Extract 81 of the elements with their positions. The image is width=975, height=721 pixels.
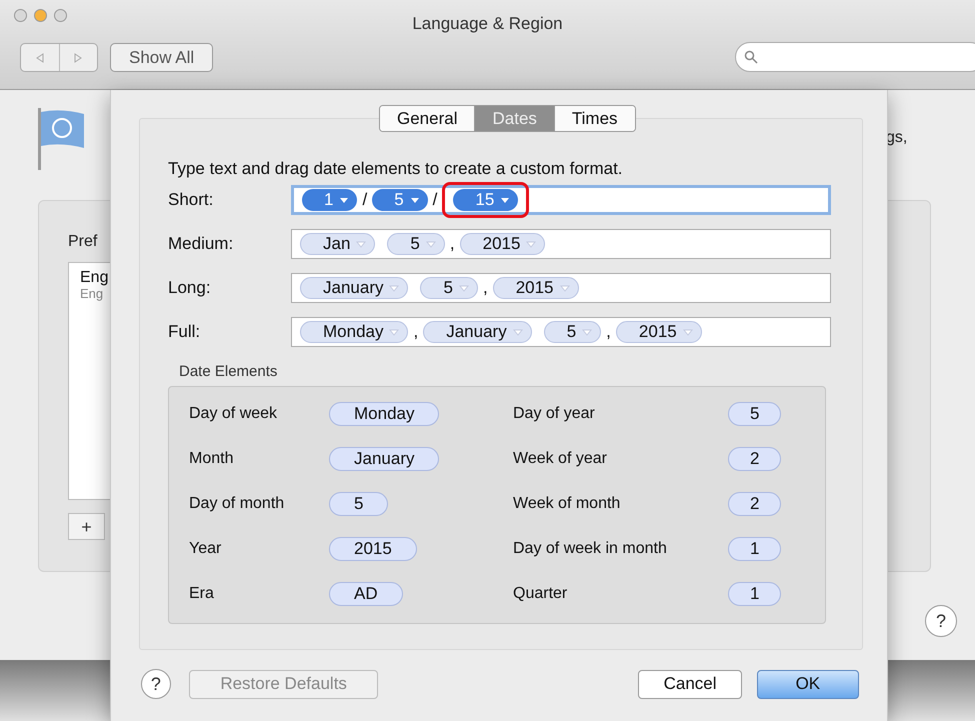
cancel-button[interactable]: Cancel — [638, 670, 742, 698]
element-label: Day of week in month — [513, 538, 668, 558]
date-token[interactable]: 5 — [728, 402, 782, 426]
search-icon — [744, 50, 758, 64]
format-label: Full: — [168, 321, 202, 344]
date-token[interactable]: 2 — [728, 446, 782, 470]
element-label: Month — [189, 448, 234, 468]
format-field[interactable]: 1 / 5 / 15 — [291, 185, 831, 215]
dropdown-arrow-icon — [458, 284, 469, 292]
date-token[interactable]: 2 — [728, 492, 782, 516]
date-token[interactable]: 1 — [728, 582, 782, 606]
dropdown-arrow-icon — [389, 284, 400, 292]
element-label: Week of month — [513, 494, 622, 514]
show-all-button[interactable]: Show All — [110, 43, 214, 72]
date-token[interactable]: 1 — [728, 536, 782, 560]
element-label: Day of week — [189, 404, 278, 424]
separator-text: , — [413, 321, 418, 344]
separator-text: / — [432, 189, 438, 212]
date-token[interactable]: 2015 — [492, 277, 579, 299]
minimize-icon[interactable] — [34, 9, 47, 22]
date-token[interactable]: 5 — [372, 189, 428, 211]
element-label: Era — [189, 584, 215, 604]
date-token[interactable]: Jan — [300, 233, 376, 255]
separator-text: , — [606, 321, 611, 344]
dropdown-arrow-icon — [582, 328, 592, 336]
separator-text: / — [362, 189, 368, 212]
date-token[interactable]: January — [423, 321, 532, 343]
language-detail: Eng — [80, 287, 104, 301]
date-token[interactable]: 5 — [329, 492, 388, 516]
date-token[interactable]: Monday — [300, 321, 408, 343]
dropdown-arrow-icon — [339, 196, 350, 204]
date-token[interactable]: 5 — [387, 233, 445, 255]
format-label: Long: — [168, 277, 212, 300]
ok-button[interactable]: OK — [756, 670, 859, 698]
dropdown-arrow-icon — [682, 328, 693, 336]
date-token[interactable]: 2015 — [460, 233, 546, 255]
separator-text: , — [482, 277, 488, 300]
date-token[interactable]: January — [329, 446, 440, 470]
element-label: Quarter — [513, 584, 568, 604]
tab[interactable]: General — [380, 106, 474, 131]
dropdown-arrow-icon — [389, 328, 400, 336]
instruction-text: Type text and drag date elements to create a custom format. — [168, 159, 624, 179]
date-token[interactable]: 2015 — [329, 536, 417, 560]
date-token[interactable]: Monday — [329, 402, 440, 426]
element-label: Year — [189, 538, 222, 558]
dropdown-arrow-icon — [560, 284, 570, 292]
date-token[interactable]: January — [300, 277, 408, 299]
element-label: Week of year — [513, 448, 608, 468]
format-label: Medium: — [168, 233, 234, 256]
dropdown-arrow-icon — [410, 196, 420, 204]
add-button[interactable]: + — [68, 513, 105, 540]
date-token[interactable]: 15 — [453, 189, 518, 211]
date-token[interactable]: 5 — [420, 277, 478, 299]
window-title: Language & Region — [412, 13, 563, 35]
close-icon[interactable] — [14, 9, 27, 22]
date-token[interactable]: AD — [329, 582, 403, 606]
tab[interactable]: Times — [554, 106, 635, 131]
element-label: Day of year — [513, 404, 596, 424]
section-label: Pref — [68, 232, 98, 252]
dropdown-arrow-icon — [500, 196, 510, 204]
date-token[interactable]: 2015 — [616, 321, 702, 343]
format-field[interactable]: Jan 5 , 2015 — [291, 229, 831, 259]
format-field[interactable]: January 5 , 2015 — [291, 273, 831, 303]
date-token[interactable]: 5 — [544, 321, 602, 343]
forward-arrow-icon — [73, 52, 84, 62]
back-arrow-icon — [34, 52, 45, 62]
flag-icon — [36, 106, 86, 170]
search-field[interactable] — [735, 42, 975, 72]
date-token[interactable]: 1 — [302, 189, 358, 211]
element-label: Day of month — [189, 494, 286, 514]
dropdown-arrow-icon — [526, 240, 536, 248]
group-title: Date Elements — [179, 362, 278, 382]
dropdown-arrow-icon — [512, 328, 523, 336]
format-field[interactable]: Monday , January 5 , 2015 — [291, 317, 831, 347]
help-button[interactable]: ? — [141, 669, 171, 699]
format-label: Short: — [168, 189, 214, 212]
separator-text: , — [450, 233, 455, 256]
dropdown-arrow-icon — [426, 240, 436, 248]
zoom-icon[interactable] — [54, 9, 67, 22]
help-button[interactable]: ? — [925, 605, 957, 637]
dropdown-arrow-icon — [356, 240, 366, 248]
